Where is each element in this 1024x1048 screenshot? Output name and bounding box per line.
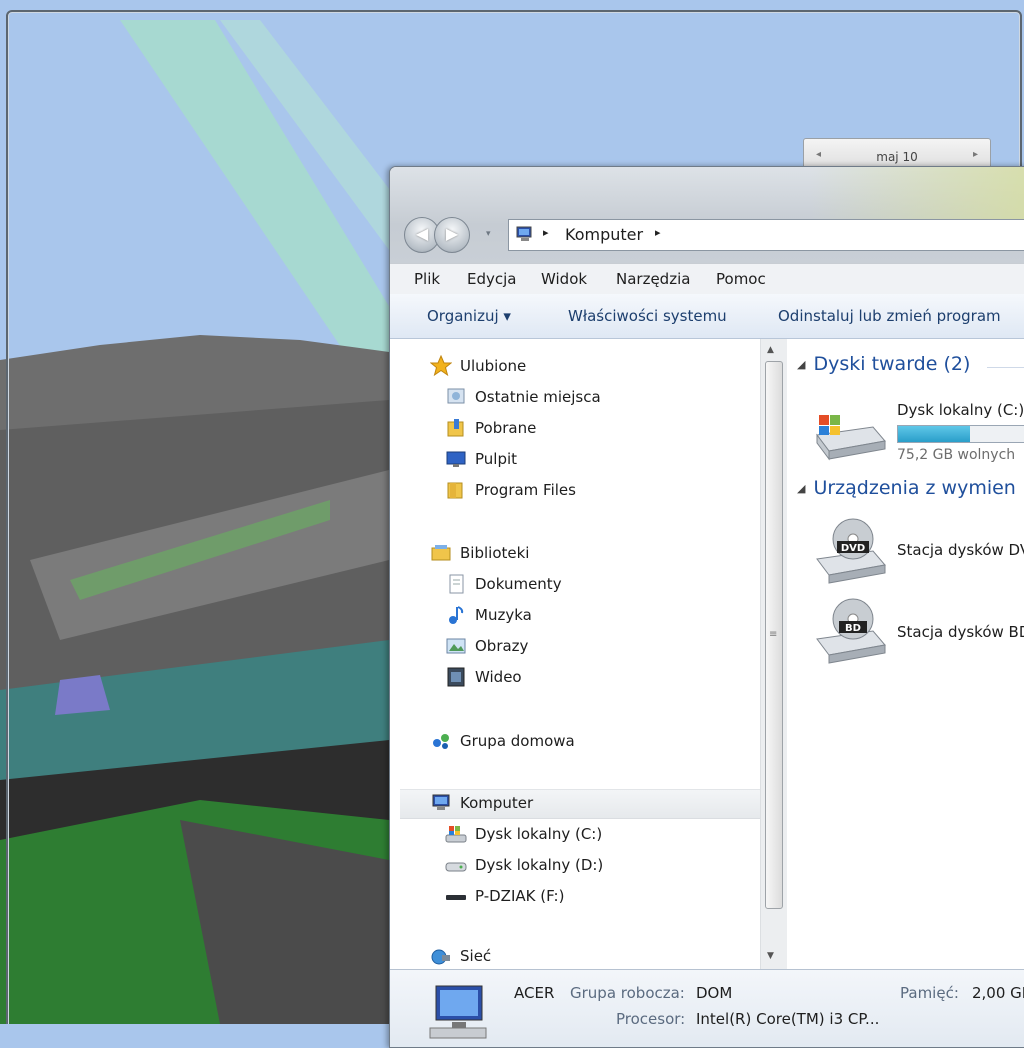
video-icon [447,667,465,687]
svg-text:DVD: DVD [841,543,865,554]
nav-computer[interactable]: Komputer [400,789,760,819]
group-collapse-icon[interactable]: ◢ [797,482,805,495]
group-collapse-icon[interactable]: ◢ [797,358,805,371]
memory-value: 2,00 GB [972,984,1024,1002]
nav-recent-label: Ostatnie miejsca [475,388,601,406]
organize-button[interactable]: Organizuj ▾ [427,307,511,325]
music-note-icon [449,606,464,624]
star-icon [430,355,452,377]
workgroup-value: DOM [696,984,733,1002]
drive-c-free-space: 75,2 GB wolnych [897,447,1016,463]
calendar-next-button[interactable]: ▸ [973,149,978,160]
menu-help[interactable]: Pomoc [716,270,766,288]
group-divider [987,367,1024,368]
nav-documents-label: Dokumenty [475,575,562,593]
network-icon [431,949,450,965]
navigation-pane: Ulubione Ostatnie miejsca Pobrane Pulpit… [390,339,760,969]
memory-label: Pamięć: [900,984,959,1002]
breadcrumb-separator[interactable]: ▸ [543,226,549,239]
computer-icon [429,985,487,1039]
recent-places-icon [447,388,465,404]
nav-homegroup-label: Grupa domowa [460,732,575,750]
nav-computer-label: Komputer [460,794,534,812]
folder-icon [447,482,463,499]
nav-favorites-label: Ulubione [460,357,527,375]
drive-c-name[interactable]: Dysk lokalny (C:) [897,401,1024,419]
nav-network-label: Sieć [460,947,492,965]
forward-arrow-icon: ▶ [445,224,459,243]
group-hard-disks-label: Dyski twarde (2) [813,353,971,375]
group-removable-label: Urządzenia z wymien [813,477,1016,499]
cpu-label: Procesor: [616,1010,686,1028]
nav-drive-c-label: Dysk lokalny (C:) [475,825,603,843]
menu-tools[interactable]: Narzędzia [616,270,690,288]
details-pane: ACER Grupa robocza: DOM Pamięć: 2,00 GB … [390,969,1024,1047]
nav-pictures-label: Obrazy [475,637,529,655]
address-bar[interactable]: ▸ Komputer ▸ [508,219,1024,251]
breadcrumb-computer[interactable]: Komputer [565,225,643,244]
libraries-icon [431,545,451,561]
dvd-drive-name[interactable]: Stacja dysków DV [897,541,1024,559]
dvd-drive-icon[interactable]: DVD [813,515,887,587]
system-drive-icon[interactable] [813,409,887,463]
group-removable[interactable]: ◢ Urządzenia z wymien [797,477,1016,499]
explorer-window: ◀ ▶ ▾ ▸ Komputer ▸ Plik Edycja Widok Nar… [389,166,1024,1048]
menu-view[interactable]: Widok [541,270,587,288]
drive-c-usage-fill [898,426,970,442]
svg-text:BD: BD [845,623,861,634]
system-properties-button[interactable]: Właściwości systemu [568,307,727,325]
hard-drive-icon [445,862,467,872]
nav-libraries-label: Biblioteki [460,544,530,562]
system-drive-icon [445,826,467,843]
menu-edit[interactable]: Edycja [467,270,516,288]
menu-bar: Plik Edycja Widok Narzędzia Pomoc [390,263,1024,295]
breadcrumb-separator[interactable]: ▸ [655,226,661,239]
usb-drive-icon [446,895,466,900]
group-hard-disks[interactable]: ◢ Dyski twarde (2) [797,353,970,375]
nav-program-files-label: Program Files [475,481,576,499]
downloads-folder-icon [447,419,464,437]
nav-drive-d-label: Dysk lokalny (D:) [475,856,604,874]
workgroup-label: Grupa robocza: [570,984,685,1002]
scroll-down-icon[interactable]: ▼ [767,951,774,961]
desktop-icon [446,451,466,467]
glass-reflection [810,167,1024,219]
command-bar: Organizuj ▾ Właściwości systemu Odinstal… [390,294,1024,339]
nav-desktop-label: Pulpit [475,450,518,468]
computer-icon [432,794,450,810]
nav-video-label: Wideo [475,668,522,686]
nav-music-label: Muzyka [475,606,532,624]
forward-button[interactable]: ▶ [434,217,470,253]
pictures-icon [446,638,466,654]
documents-icon [449,574,464,594]
bd-drive-name[interactable]: Stacja dysków BD [897,623,1024,641]
bd-drive-icon[interactable]: BD [813,595,887,667]
computer-name: ACER [514,984,555,1002]
cpu-value: Intel(R) Core(TM) i3 CP... [696,1010,880,1028]
uninstall-program-button[interactable]: Odinstaluj lub zmień program [778,307,1001,325]
drive-c-usage-bar [897,425,1024,443]
nav-drive-f-label: P-DZIAK (F:) [475,887,565,905]
homegroup-icon [433,734,449,749]
menu-file[interactable]: Plik [414,270,440,288]
content-pane: ◢ Dyski twarde (2) Dysk lokalny (C:) 75,2… [787,339,1024,969]
calendar-month-label: maj 10 [876,150,918,164]
computer-icon [516,226,532,241]
nav-downloads-label: Pobrane [475,419,537,437]
scroll-up-icon[interactable]: ▲ [767,345,774,355]
scroll-grip-icon: ≡ [769,629,778,640]
nav-pane-scrollbar[interactable]: ▲ ≡ ▼ [760,339,787,969]
recent-pages-dropdown[interactable]: ▾ [486,229,491,239]
